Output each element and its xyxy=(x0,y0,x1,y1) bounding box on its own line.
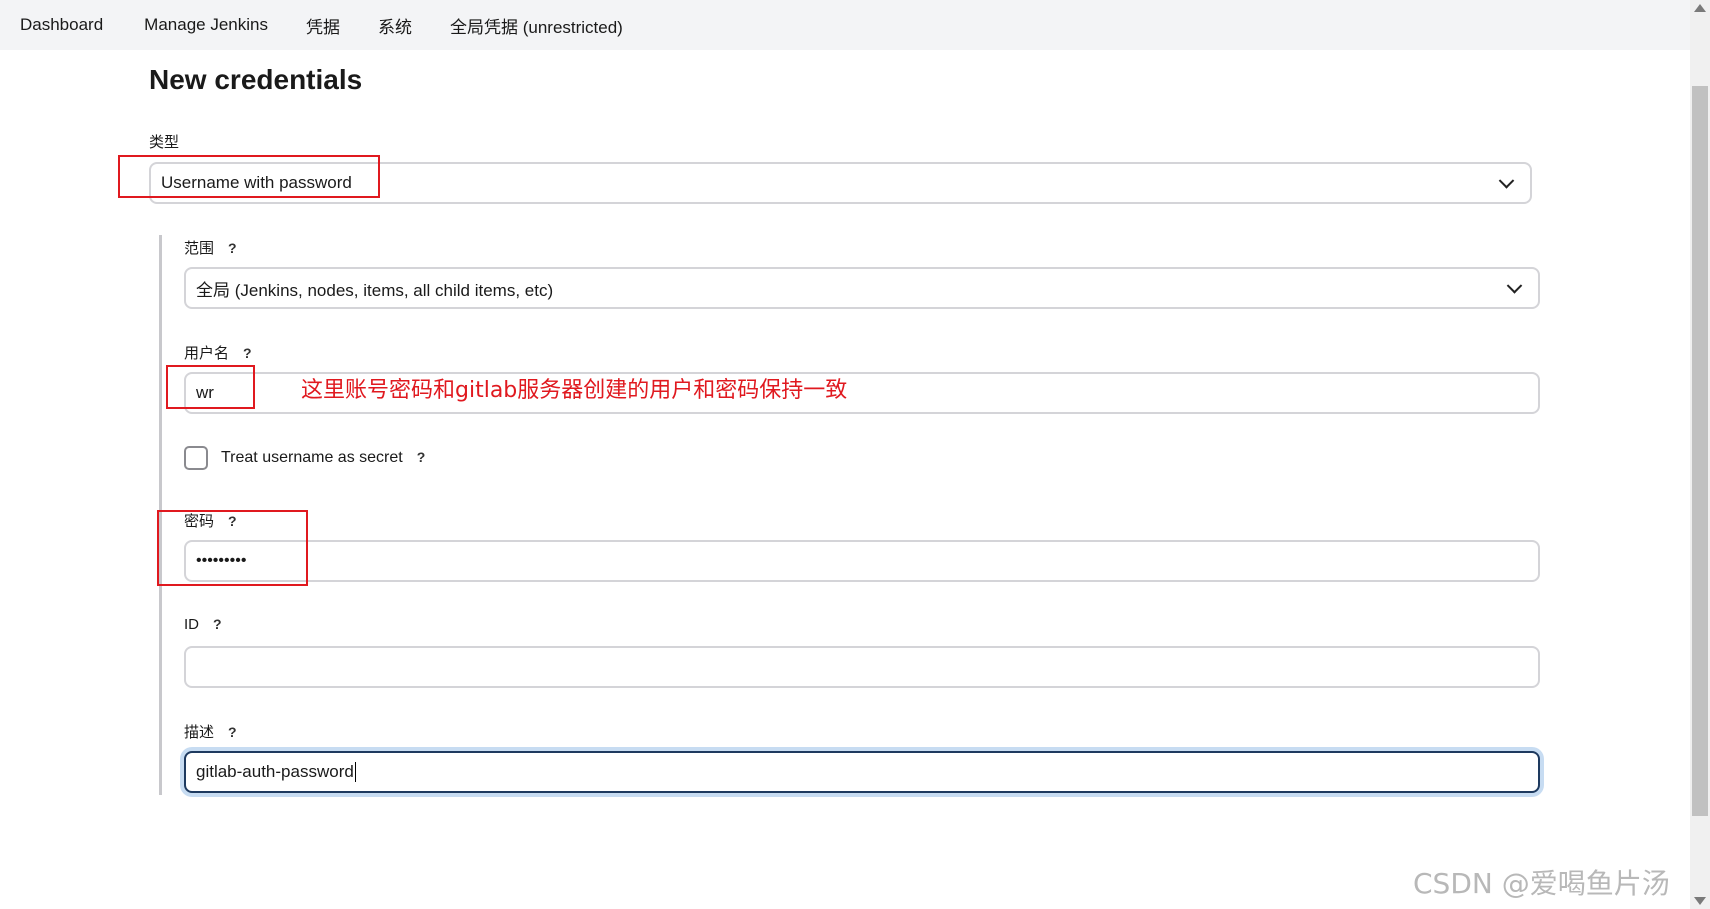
chevron-down-icon xyxy=(1506,278,1523,294)
scroll-thumb[interactable] xyxy=(1692,86,1708,816)
scope-select[interactable]: 全局 (Jenkins, nodes, items, all child ite… xyxy=(184,267,1540,309)
scope-select-value: 全局 (Jenkins, nodes, items, all child ite… xyxy=(196,280,554,300)
kind-label: 类型 xyxy=(149,134,180,151)
description-label: 描述? xyxy=(184,724,237,741)
highlight-box-password xyxy=(157,510,308,586)
id-input[interactable] xyxy=(184,646,1540,688)
breadcrumb: Dashboard Manage Jenkins 凭据 系统 全局凭据 (unr… xyxy=(0,0,1690,50)
scroll-down-arrow-icon[interactable] xyxy=(1694,897,1706,905)
breadcrumb-system[interactable]: 系统 xyxy=(378,13,412,38)
username-secret-label: Treat username as secret? xyxy=(221,449,426,466)
id-help-icon[interactable]: ? xyxy=(213,616,222,632)
scroll-up-arrow-icon[interactable] xyxy=(1694,4,1706,12)
scope-help-icon[interactable]: ? xyxy=(228,240,237,256)
description-input[interactable]: gitlab-auth-password xyxy=(184,751,1540,793)
username-secret-checkbox[interactable] xyxy=(184,446,208,470)
chevron-down-icon xyxy=(1498,173,1515,189)
scope-label: 范围? xyxy=(184,240,237,257)
breadcrumb-credentials[interactable]: 凭据 xyxy=(306,13,340,38)
id-label: ID? xyxy=(184,616,222,633)
breadcrumb-global-credentials[interactable]: 全局凭据 (unrestricted) xyxy=(450,13,623,38)
username-secret-help-icon[interactable]: ? xyxy=(417,449,426,465)
vertical-scrollbar[interactable] xyxy=(1690,0,1710,909)
annotation-note: 这里账号密码和gitlab服务器创建的用户和密码保持一致 xyxy=(301,378,848,403)
username-label: 用户名? xyxy=(184,345,252,362)
breadcrumb-dashboard[interactable]: Dashboard xyxy=(20,15,103,35)
description-input-value: gitlab-auth-password xyxy=(196,762,354,781)
highlight-box-kind xyxy=(118,155,380,198)
breadcrumb-manage-jenkins[interactable]: Manage Jenkins xyxy=(144,15,268,35)
page-title: New credentials xyxy=(149,64,363,95)
watermark: CSDN @爱喝鱼片汤 xyxy=(1413,867,1670,900)
highlight-box-username xyxy=(166,365,255,409)
password-input[interactable]: ••••••••• xyxy=(184,540,1540,582)
text-cursor xyxy=(354,762,356,782)
description-help-icon[interactable]: ? xyxy=(228,724,237,740)
username-help-icon[interactable]: ? xyxy=(243,345,252,361)
